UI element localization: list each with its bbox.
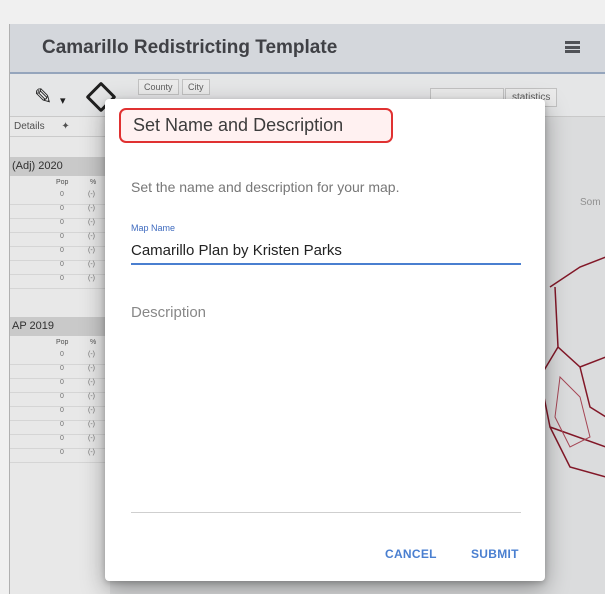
map-name-label: Map Name [131, 223, 176, 233]
dialog-subtitle: Set the name and description for your ma… [131, 179, 400, 195]
set-name-dialog: Set Name and Description Set the name an… [105, 99, 545, 581]
dialog-title: Set Name and Description [119, 108, 393, 143]
map-name-input[interactable] [131, 237, 521, 265]
description-field[interactable] [131, 304, 521, 513]
cancel-button[interactable]: CANCEL [385, 547, 437, 561]
submit-button[interactable]: SUBMIT [471, 547, 519, 561]
